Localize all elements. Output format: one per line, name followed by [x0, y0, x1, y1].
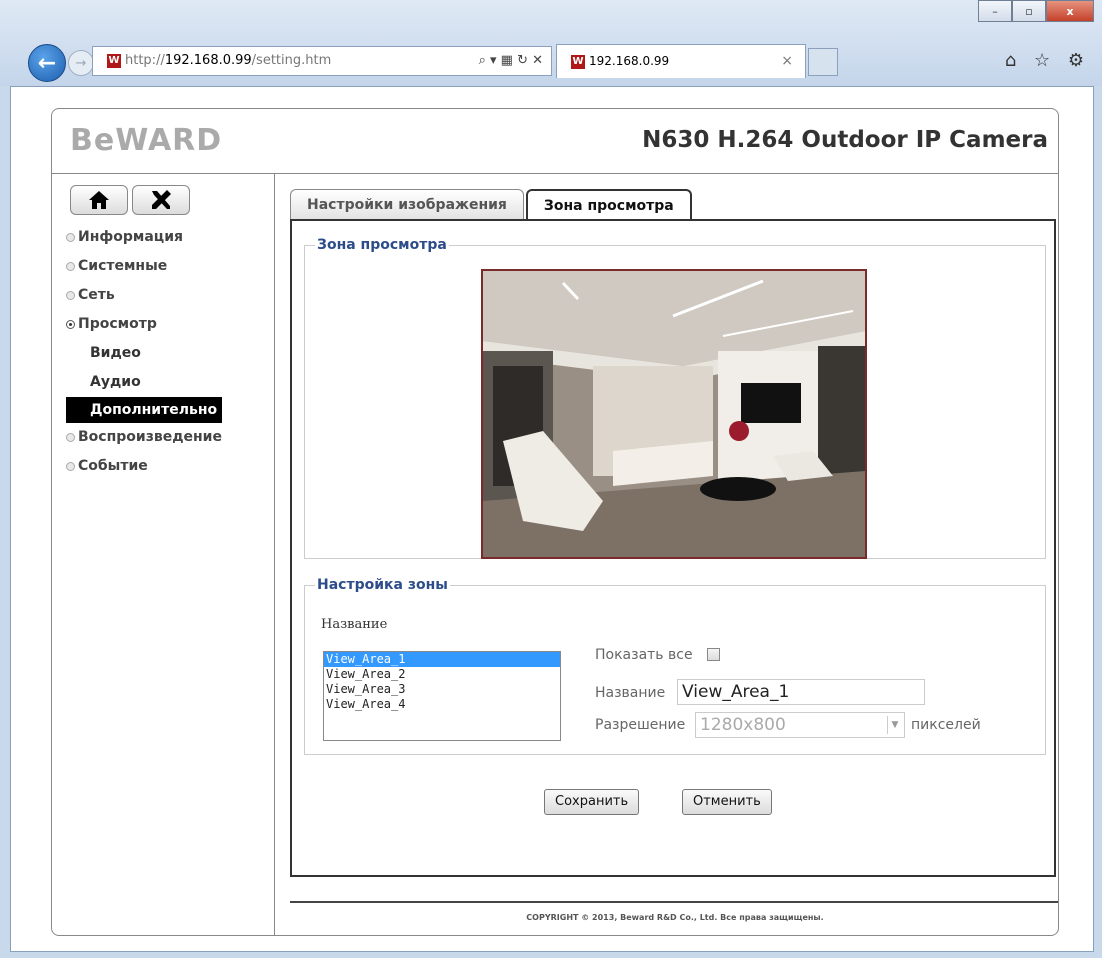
- radio-dot-icon: [66, 291, 75, 300]
- browser-window: – ▫ x ← → Whttp://192.168.0.99/setting.h…: [0, 0, 1102, 958]
- sidebar-subitem-label: Аудио: [90, 374, 141, 390]
- sidebar-item-info[interactable]: Информация: [66, 223, 222, 252]
- resolution-select[interactable]: 1280x800 ▼: [695, 712, 905, 738]
- tab-favicon-icon: W: [571, 54, 585, 69]
- footer-copyright: COPYRIGHT © 2013, Beward R&D Co., Ltd. В…: [290, 901, 1058, 922]
- back-arrow-icon: ←: [37, 50, 57, 76]
- tools-icon: [152, 190, 171, 209]
- settings-button[interactable]: [132, 185, 190, 215]
- browser-titlebar: – ▫ x ← → Whttp://192.168.0.99/setting.h…: [0, 0, 1102, 86]
- sidebar-item-label: Воспроизведение: [78, 429, 222, 445]
- radio-dot-icon: [66, 262, 75, 271]
- window-controls: – ▫ x: [978, 0, 1094, 22]
- zone-list[interactable]: View_Area_1 View_Area_2 View_Area_3 View…: [323, 651, 561, 741]
- sidebar-icon-buttons: [70, 185, 190, 215]
- back-button[interactable]: ←: [28, 44, 66, 82]
- sidebar-item-system[interactable]: Системные: [66, 252, 222, 281]
- tab-panel: Зона просмотра Настройка зоны Название V…: [290, 219, 1056, 877]
- zone-settings-fieldset: Настройка зоны Название View_Area_1 View…: [304, 577, 1046, 755]
- sidebar-item-label: Просмотр: [78, 316, 157, 332]
- address-bar[interactable]: Whttp://192.168.0.99/setting.htm ⌕ ▾ ▦ ↻…: [92, 46, 552, 76]
- radio-dot-selected-icon: [66, 320, 75, 329]
- resolution-label: Разрешение: [595, 717, 686, 733]
- name-input[interactable]: View_Area_1: [677, 679, 925, 705]
- brand-logo: BeWARD: [70, 123, 223, 158]
- view-zone-fieldset: Зона просмотра: [304, 237, 1046, 559]
- radio-dot-icon: [66, 462, 75, 471]
- url-prefix: http://: [125, 53, 165, 68]
- address-bar-icons[interactable]: ⌕ ▾ ▦ ↻ ✕: [479, 47, 543, 75]
- tab-view-zone[interactable]: Зона просмотра: [525, 189, 692, 221]
- view-zone-legend: Зона просмотра: [317, 237, 447, 253]
- camera-ui-frame: BeWARD N630 H.264 Outdoor IP Camera Инфо…: [51, 108, 1059, 936]
- sidebar-subitem-label: Видео: [90, 345, 141, 361]
- tab-image-settings[interactable]: Настройки изображения: [290, 189, 524, 220]
- sidebar-subitem-advanced[interactable]: Дополнительно: [66, 397, 222, 423]
- sidebar-item-playback[interactable]: Воспроизведение: [66, 423, 222, 452]
- tab-close-icon[interactable]: ×: [781, 45, 793, 77]
- home-icon: [89, 191, 109, 209]
- close-window-button[interactable]: x: [1046, 0, 1094, 22]
- sidebar-item-label: Событие: [78, 458, 148, 474]
- sidebar-subitem-label: Дополнительно: [90, 402, 218, 418]
- list-label: Название: [321, 617, 388, 632]
- save-button[interactable]: Сохранить: [544, 789, 640, 815]
- zone-settings-legend: Настройка зоны: [317, 577, 448, 593]
- sidebar-item-event[interactable]: Событие: [66, 452, 222, 481]
- list-item[interactable]: View_Area_1: [324, 652, 560, 667]
- sidebar-item-label: Системные: [78, 258, 168, 274]
- cancel-button[interactable]: Отменить: [682, 789, 772, 815]
- tab-title: 192.168.0.99: [589, 54, 670, 68]
- settings-tabs: Настройки изображения Зона просмотра: [290, 189, 694, 221]
- chevron-down-icon: ▼: [887, 716, 902, 734]
- sidebar-menu: Информация Системные Сеть Просмотр Видео…: [66, 223, 222, 481]
- main-content: Настройки изображения Зона просмотра Зон…: [274, 173, 1058, 935]
- forward-button[interactable]: →: [68, 50, 94, 76]
- name-field-label: Название: [595, 685, 666, 701]
- browser-tab[interactable]: W 192.168.0.99 ×: [556, 44, 806, 78]
- radio-dot-icon: [66, 433, 75, 442]
- room-scene-image: [483, 271, 865, 557]
- sidebar-item-label: Сеть: [78, 287, 115, 303]
- browser-toolbar-icons[interactable]: ⌂ ☆ ⚙: [1005, 50, 1090, 71]
- maximize-button[interactable]: ▫: [1012, 0, 1046, 22]
- sidebar-item-view[interactable]: Просмотр: [66, 310, 222, 339]
- list-item[interactable]: View_Area_3: [324, 682, 560, 697]
- new-tab-button[interactable]: [808, 48, 838, 76]
- page-title: N630 H.264 Outdoor IP Camera: [642, 127, 1048, 153]
- page-header: BeWARD N630 H.264 Outdoor IP Camera: [52, 109, 1058, 174]
- home-button[interactable]: [70, 185, 128, 215]
- camera-preview-image: [481, 269, 867, 559]
- show-all-label: Показать все: [595, 647, 693, 663]
- url-path: /setting.htm: [251, 53, 332, 68]
- sidebar: Информация Системные Сеть Просмотр Видео…: [52, 173, 275, 935]
- url-host: 192.168.0.99: [164, 53, 252, 68]
- site-favicon-icon: W: [107, 53, 121, 68]
- sidebar-item-network[interactable]: Сеть: [66, 281, 222, 310]
- page-viewport: BeWARD N630 H.264 Outdoor IP Camera Инфо…: [10, 86, 1094, 952]
- sidebar-item-label: Информация: [78, 229, 183, 245]
- resolution-unit: пикселей: [911, 717, 981, 733]
- radio-dot-icon: [66, 233, 75, 242]
- show-all-checkbox[interactable]: [707, 648, 720, 661]
- list-item[interactable]: View_Area_2: [324, 667, 560, 682]
- resolution-value: 1280x800: [700, 715, 786, 735]
- minimize-button[interactable]: –: [978, 0, 1012, 22]
- sidebar-subitem-audio[interactable]: Аудио: [66, 368, 222, 397]
- forward-arrow-icon: →: [75, 55, 87, 71]
- list-item[interactable]: View_Area_4: [324, 697, 560, 712]
- sidebar-subitem-video[interactable]: Видео: [66, 339, 222, 368]
